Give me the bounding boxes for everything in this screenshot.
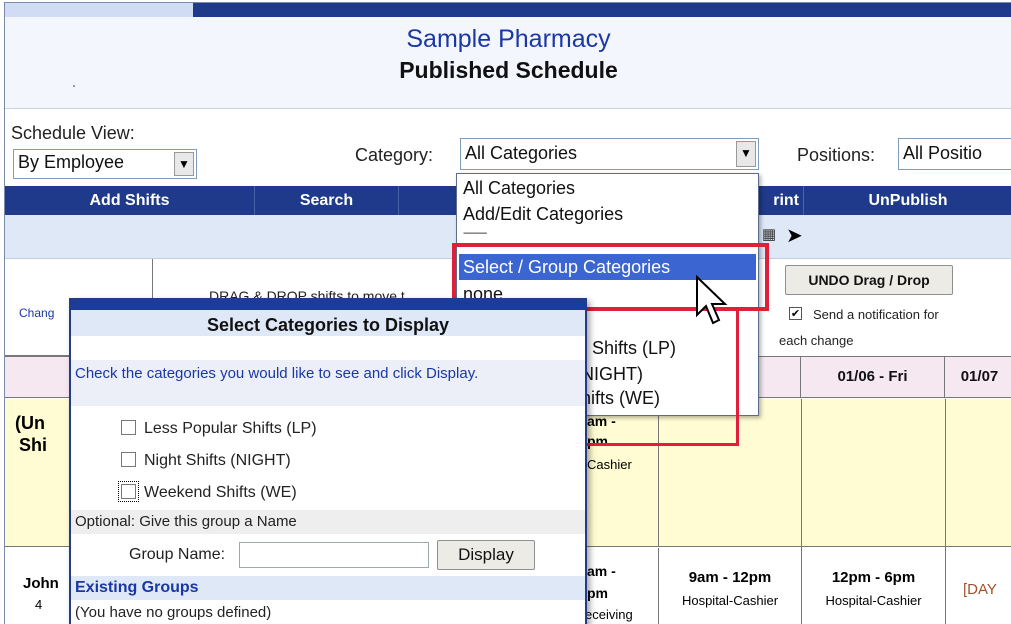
add-shifts-button[interactable]: Add Shifts [5,186,255,215]
next-arrow-icon[interactable]: ➤ [786,223,803,248]
existing-groups-label: Existing Groups [75,579,199,596]
shift-position: eceiving [585,607,633,622]
menu-item-all-categories[interactable]: All Categories [463,178,575,199]
schedule-view-select[interactable]: By Employee ▼ [13,149,197,179]
decorative-dot [73,85,75,87]
col-header-sat: 01/07 [945,356,1011,398]
grid-divider [945,399,946,624]
calendar-icon[interactable]: ▦ [762,225,776,243]
notify-label: Send a notification for [813,307,939,322]
optional-label: Optional: Give this group a Name [75,513,297,530]
shift-time[interactable]: pm [587,585,608,601]
positions-label: Positions: [797,145,876,165]
shift-time[interactable]: 12pm - 6pm [802,569,945,586]
positions-select[interactable]: All Positio [898,138,1011,170]
shift-position: Cashier [587,457,632,472]
positions-value: All Positio [903,143,983,163]
notify-checkbox[interactable]: ✔ [789,307,802,320]
schedule-view-label: Schedule View: [11,123,135,143]
top-strip-light [5,3,193,17]
employee-name: John [23,575,59,592]
chevron-down-icon[interactable]: ▼ [174,152,194,176]
category-value: All Categories [465,143,578,163]
shift-time[interactable]: pm [587,433,608,449]
undo-drag-drop-button[interactable]: UNDO Drag / Drop [785,265,953,295]
select-categories-dialog: Select Categories to Display Check the c… [69,298,587,624]
day-off-label: [DAY [963,581,997,598]
checkbox-lp[interactable] [121,420,136,435]
grid-divider [658,399,659,547]
no-groups-text: (You have no groups defined) [75,604,272,621]
option-lp[interactable]: Less Popular Shifts (LP) [121,420,317,438]
pharmacy-name: Sample Pharmacy [406,25,611,53]
category-select[interactable]: All Categories ▼ [460,138,759,170]
menu-item-lp[interactable]: r Shifts (LP) [581,338,676,359]
menu-item-night[interactable]: NIGHT) [581,364,643,385]
row-label: (Un [15,413,45,433]
annotation-line [736,311,739,445]
employee-hours: 4 [35,597,43,612]
app-frame: Sample Pharmacy Published Schedule Sched… [4,2,1011,624]
shift-time[interactable]: 9am - 12pm [659,569,801,586]
unpublish-button[interactable]: UnPublish [804,186,1011,215]
grid-divider [801,399,802,624]
dialog-title: Select Categories to Display [71,300,585,336]
top-strip-dark [193,3,1011,17]
display-button[interactable]: Display [437,540,535,570]
notify-label-line2: each change [779,333,854,348]
mouse-pointer-icon [696,275,728,325]
group-name-input[interactable] [239,542,429,568]
chevron-down-icon[interactable]: ▼ [736,141,756,167]
checkbox-we[interactable] [118,481,139,502]
page-title: Published Schedule [399,57,618,83]
change-link[interactable]: Chang [19,306,54,320]
shift-time[interactable]: am - [587,563,616,579]
option-we[interactable]: Weekend Shifts (WE) [118,481,297,502]
col-header-fri: 01/06 - Fri [801,356,945,398]
group-name-label: Group Name: [129,546,226,563]
menu-item-add-edit-categories[interactable]: Add/Edit Categories [463,204,623,225]
row-label: Shi [19,435,48,455]
menu-item-we[interactable]: hifts (WE) [581,388,660,409]
checkbox-night[interactable] [121,452,136,467]
dialog-instructions: Check the categories you would like to s… [75,365,479,382]
search-button[interactable]: Search [255,186,399,215]
shift-position: Hospital-Cashier [681,593,779,608]
option-night[interactable]: Night Shifts (NIGHT) [121,452,291,470]
shift-position: Hospital-Cashier [825,593,922,608]
grid-divider [658,548,659,624]
schedule-view-value: By Employee [18,152,125,172]
category-label: Category: [355,145,434,165]
menu-separator: ---------- [463,228,487,239]
